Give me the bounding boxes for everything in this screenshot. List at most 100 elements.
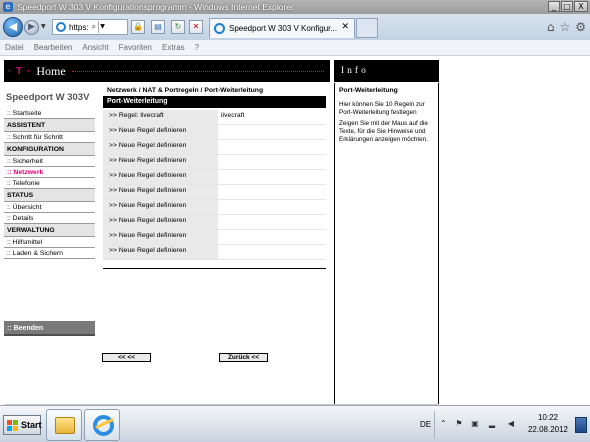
volume-icon[interactable]: ◀ bbox=[506, 419, 516, 430]
minimize-button[interactable]: _ bbox=[548, 1, 560, 12]
start-label: Start bbox=[21, 420, 42, 430]
sidebar-item-hilfsmittel[interactable]: :: Hilfsmittel bbox=[4, 237, 95, 248]
home-link[interactable]: Home bbox=[36, 64, 65, 79]
language-indicator[interactable]: DE bbox=[420, 420, 431, 429]
tray-expand-icon[interactable]: ⌃ bbox=[440, 419, 447, 428]
rule-link[interactable]: >> Neue Regel definieren bbox=[103, 125, 218, 139]
sidebar-item-uebersicht[interactable]: :: Übersicht bbox=[4, 202, 95, 213]
rule-link[interactable]: >> Neue Regel definieren bbox=[103, 245, 218, 259]
address-url[interactable]: https: bbox=[69, 23, 89, 32]
rule-value: livecraft bbox=[221, 112, 245, 119]
ie-page-icon bbox=[56, 22, 66, 32]
info-panel-title: Port-Weiterleitung bbox=[339, 87, 398, 94]
rule-link[interactable]: >> Neue Regel definieren bbox=[103, 185, 218, 199]
clock[interactable]: 10:22 22.08.2012 bbox=[527, 412, 569, 436]
browser-navbar: ◀ ▶ ▼ https: ⌕ ▼ 🔒 ▤ ↻ ✕ Speedport W 303… bbox=[0, 14, 590, 40]
sidebar-section-assistent: ASSISTENT bbox=[4, 119, 95, 132]
tab-ie-icon bbox=[214, 23, 225, 34]
sidebar-item-startseite[interactable]: :: Startseite bbox=[4, 108, 95, 119]
clock-time: 10:22 bbox=[537, 413, 559, 422]
refresh-icon[interactable]: ↻ bbox=[171, 20, 185, 34]
rule-row: >> Neue Regel definieren bbox=[103, 215, 326, 230]
tab-close-button[interactable]: ✕ bbox=[341, 22, 349, 32]
tab-label: Speedport W 303 V Konfigur... bbox=[229, 24, 338, 33]
main-content: Netzwerk / NAT & Portregeln / Port-Weite… bbox=[103, 86, 326, 260]
history-dropdown-icon[interactable]: ▼ bbox=[41, 23, 49, 31]
sidebar-item-telefonie[interactable]: :: Telefonie bbox=[4, 178, 95, 189]
sidebar-item-details[interactable]: :: Details bbox=[4, 213, 95, 224]
forward-button[interactable]: ▶ bbox=[24, 20, 39, 35]
rule-link[interactable]: >> Neue Regel definieren bbox=[103, 215, 218, 229]
show-desktop-button[interactable] bbox=[575, 417, 587, 433]
sidebar-item-netzwerk[interactable]: :: Netzwerk bbox=[4, 167, 95, 178]
sidebar: Speedport W 303V :: Startseite ASSISTENT… bbox=[4, 88, 95, 259]
header-dotted-line bbox=[71, 70, 324, 72]
flag-icon[interactable]: ⚑ bbox=[454, 419, 464, 430]
sidebar-section-verwaltung: VERWALTUNG bbox=[4, 224, 95, 237]
info-header: Info bbox=[334, 60, 439, 82]
menu-datei[interactable]: Datei bbox=[5, 43, 24, 52]
sidebar-item-schritt-fuer-schritt[interactable]: :: Schritt für Schritt bbox=[4, 132, 95, 143]
rule-value bbox=[218, 170, 326, 184]
sidebar-item-laden-sichern[interactable]: :: Laden & Sichern bbox=[4, 248, 95, 259]
network-signal-icon[interactable]: ▂ bbox=[487, 419, 497, 430]
browser-tab-active[interactable]: Speedport W 303 V Konfigur... ✕ bbox=[209, 18, 355, 38]
folder-icon bbox=[55, 417, 75, 434]
rule-value bbox=[218, 200, 326, 214]
back-nav-button[interactable]: << << bbox=[102, 353, 151, 362]
rule-link[interactable]: >> Regel: livecraft bbox=[103, 110, 218, 124]
rule-link[interactable]: >> Neue Regel definieren bbox=[103, 230, 218, 244]
close-window-button[interactable]: X bbox=[574, 1, 588, 12]
start-button[interactable]: Start bbox=[3, 415, 42, 435]
menu-extras[interactable]: Extras bbox=[162, 43, 185, 52]
device-icon[interactable]: ▣ bbox=[470, 419, 480, 430]
sidebar-item-sicherheit[interactable]: :: Sicherheit bbox=[4, 156, 95, 167]
rule-row: >> Neue Regel definieren bbox=[103, 155, 326, 170]
info-title: Info bbox=[341, 66, 369, 76]
menu-favoriten[interactable]: Favoriten bbox=[119, 43, 152, 52]
ie-window-icon: e bbox=[3, 2, 13, 12]
info-panel-text: Hier können Sie 10 Regeln zur Port-Weite… bbox=[339, 101, 425, 116]
home-icon[interactable]: ⌂ bbox=[547, 20, 555, 34]
stop-icon[interactable]: ✕ bbox=[189, 20, 203, 34]
favorites-star-icon[interactable]: ☆ bbox=[559, 20, 570, 34]
rule-row: >> Regel: livecraft livecraft bbox=[103, 110, 326, 125]
sidebar-item-beenden[interactable]: :: Beenden bbox=[4, 321, 95, 336]
rule-value bbox=[218, 215, 326, 229]
menu-help[interactable]: ? bbox=[195, 43, 199, 52]
section-title: Port-Weiterleitung bbox=[103, 96, 326, 108]
lock-icon[interactable]: 🔒 bbox=[131, 20, 145, 34]
rule-row: >> Neue Regel definieren bbox=[103, 140, 326, 155]
new-tab-button[interactable] bbox=[356, 18, 378, 38]
window-title: Speedport W 303 V Konfigurationsprogramm… bbox=[17, 2, 294, 12]
sidebar-section-status: STATUS bbox=[4, 189, 95, 202]
tools-gear-icon[interactable]: ⚙ bbox=[575, 20, 586, 34]
rule-value bbox=[218, 185, 326, 199]
address-bar[interactable]: https: ⌕ ▼ bbox=[52, 19, 128, 35]
home-header: · T · Home bbox=[4, 60, 330, 82]
maximize-button[interactable]: □ bbox=[561, 1, 573, 12]
address-dropdown-icon[interactable]: ▼ bbox=[98, 21, 106, 33]
info-panel-hint: Zeigen Sie mit der Maus auf die Texte, f… bbox=[339, 120, 428, 143]
taskbar-ie-button[interactable] bbox=[84, 409, 120, 441]
back-button[interactable]: ◀ bbox=[3, 17, 23, 37]
zurueck-button[interactable]: Zurück << bbox=[219, 353, 268, 362]
rule-row: >> Neue Regel definieren bbox=[103, 125, 326, 140]
rule-link[interactable]: >> Neue Regel definieren bbox=[103, 155, 218, 169]
menu-ansicht[interactable]: Ansicht bbox=[82, 43, 108, 52]
browser-right-icons: ⌂ ☆ ⚙ bbox=[547, 20, 586, 34]
windows-flag-icon bbox=[7, 419, 18, 431]
rule-link[interactable]: >> Neue Regel definieren bbox=[103, 170, 218, 184]
rule-value bbox=[218, 230, 326, 244]
rule-link[interactable]: >> Neue Regel definieren bbox=[103, 140, 218, 154]
menu-bar: Datei Bearbeiten Ansicht Favoriten Extra… bbox=[0, 40, 590, 56]
compatibility-view-icon[interactable]: ▤ bbox=[151, 20, 165, 34]
search-icon[interactable]: ⌕ bbox=[92, 22, 96, 32]
rules-list: >> Regel: livecraft livecraft >> Neue Re… bbox=[103, 110, 326, 260]
clock-date: 22.08.2012 bbox=[527, 425, 569, 434]
taskbar-explorer-button[interactable] bbox=[46, 409, 82, 441]
menu-bearbeiten[interactable]: Bearbeiten bbox=[34, 43, 73, 52]
rule-row: >> Neue Regel definieren bbox=[103, 170, 326, 185]
rule-link[interactable]: >> Neue Regel definieren bbox=[103, 200, 218, 214]
rule-row: >> Neue Regel definieren bbox=[103, 230, 326, 245]
